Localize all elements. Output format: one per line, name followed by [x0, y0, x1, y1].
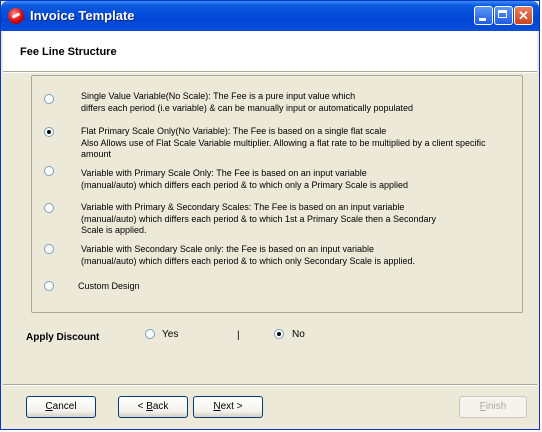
fee-option-4-line-3: Scale is applied. — [81, 225, 147, 235]
page-title: Fee Line Structure — [20, 46, 117, 58]
discount-yes-label[interactable]: Yes — [162, 329, 178, 340]
close-icon: ✕ — [518, 8, 529, 23]
fee-option-5-line-2: (manual/auto) which differs each period … — [81, 255, 416, 266]
fee-option-6-radio[interactable] — [44, 281, 54, 291]
discount-no-radio[interactable] — [274, 329, 284, 339]
fee-option-2-radio[interactable] — [44, 127, 54, 137]
header-divider — [3, 71, 537, 73]
window-title: Invoice Template — [30, 8, 135, 23]
discount-separator: | — [237, 330, 240, 341]
fee-option-4-radio[interactable] — [44, 203, 54, 213]
fee-option-3-line-1: Variable with Primary Scale Only: The Fe… — [81, 168, 367, 178]
apply-discount-label: Apply Discount — [26, 332, 100, 343]
title-bar[interactable]: Invoice Template ✕ — [1, 1, 539, 31]
discount-no-label[interactable]: No — [292, 329, 305, 340]
fee-option-4-line-1: Variable with Primary & Secondary Scales… — [81, 202, 405, 212]
next-button-label: ext > — [220, 401, 243, 412]
header-panel: Fee Line Structure — [3, 31, 537, 71]
invoice-template-window: Invoice Template ✕ Fee Line Structure Si… — [0, 0, 540, 430]
back-button[interactable]: < Back — [118, 396, 188, 418]
fee-option-5-line-1: Variable with Secondary Scale only: the … — [81, 244, 375, 254]
fee-option-2-line-1: Flat Primary Scale Only(No Variable): Th… — [81, 126, 387, 136]
fee-option-3-label[interactable]: Variable with Primary Scale Only: The Fe… — [81, 168, 408, 191]
fee-option-2-label[interactable]: Flat Primary Scale Only(No Variable): Th… — [81, 126, 486, 161]
next-button[interactable]: Next > — [193, 396, 263, 418]
fee-option-1-label[interactable]: Single Value Variable(No Scale): The Fee… — [81, 91, 413, 114]
fee-option-5-radio[interactable] — [44, 244, 54, 254]
fee-option-1-radio[interactable] — [44, 94, 54, 104]
fee-option-5-label[interactable]: Variable with Secondary Scale only: the … — [81, 244, 415, 267]
next-button-accel: N — [213, 401, 221, 412]
cancel-button-label: ancel — [52, 401, 77, 412]
fee-option-3-radio[interactable] — [44, 166, 54, 176]
discount-yes-radio[interactable] — [145, 329, 155, 339]
fee-option-1-line-1: Single Value Variable(No Scale): The Fee… — [81, 91, 356, 101]
fee-option-4-line-2: (manual/auto) which differs each period … — [81, 213, 437, 224]
fee-option-3-line-2: (manual/auto) which differs each period … — [81, 179, 408, 190]
fee-option-4-label[interactable]: Variable with Primary & Secondary Scales… — [81, 202, 436, 237]
close-button[interactable]: ✕ — [514, 6, 533, 25]
back-button-accel: B — [146, 401, 153, 412]
finish-button[interactable]: Finish — [459, 396, 527, 418]
back-button-label: ack — [152, 401, 169, 412]
fee-option-1-line-2: differs each period (i.e variable) & can… — [81, 102, 414, 113]
fee-option-2-line-3: amount — [81, 149, 112, 159]
maximize-button[interactable] — [494, 6, 513, 25]
app-icon — [8, 8, 24, 24]
finish-button-label: inish — [485, 401, 507, 412]
fee-option-2-line-2: Also Allows use of Flat Scale Variable m… — [81, 137, 486, 148]
back-button-prefix: < — [137, 401, 147, 412]
minimize-button[interactable] — [474, 6, 493, 25]
fee-option-6-label[interactable]: Custom Design — [78, 281, 140, 293]
footer-divider — [3, 384, 537, 386]
cancel-button-accel: C — [45, 401, 53, 412]
cancel-button[interactable]: Cancel — [26, 396, 96, 418]
fee-option-6-line-1: Custom Design — [78, 281, 140, 291]
